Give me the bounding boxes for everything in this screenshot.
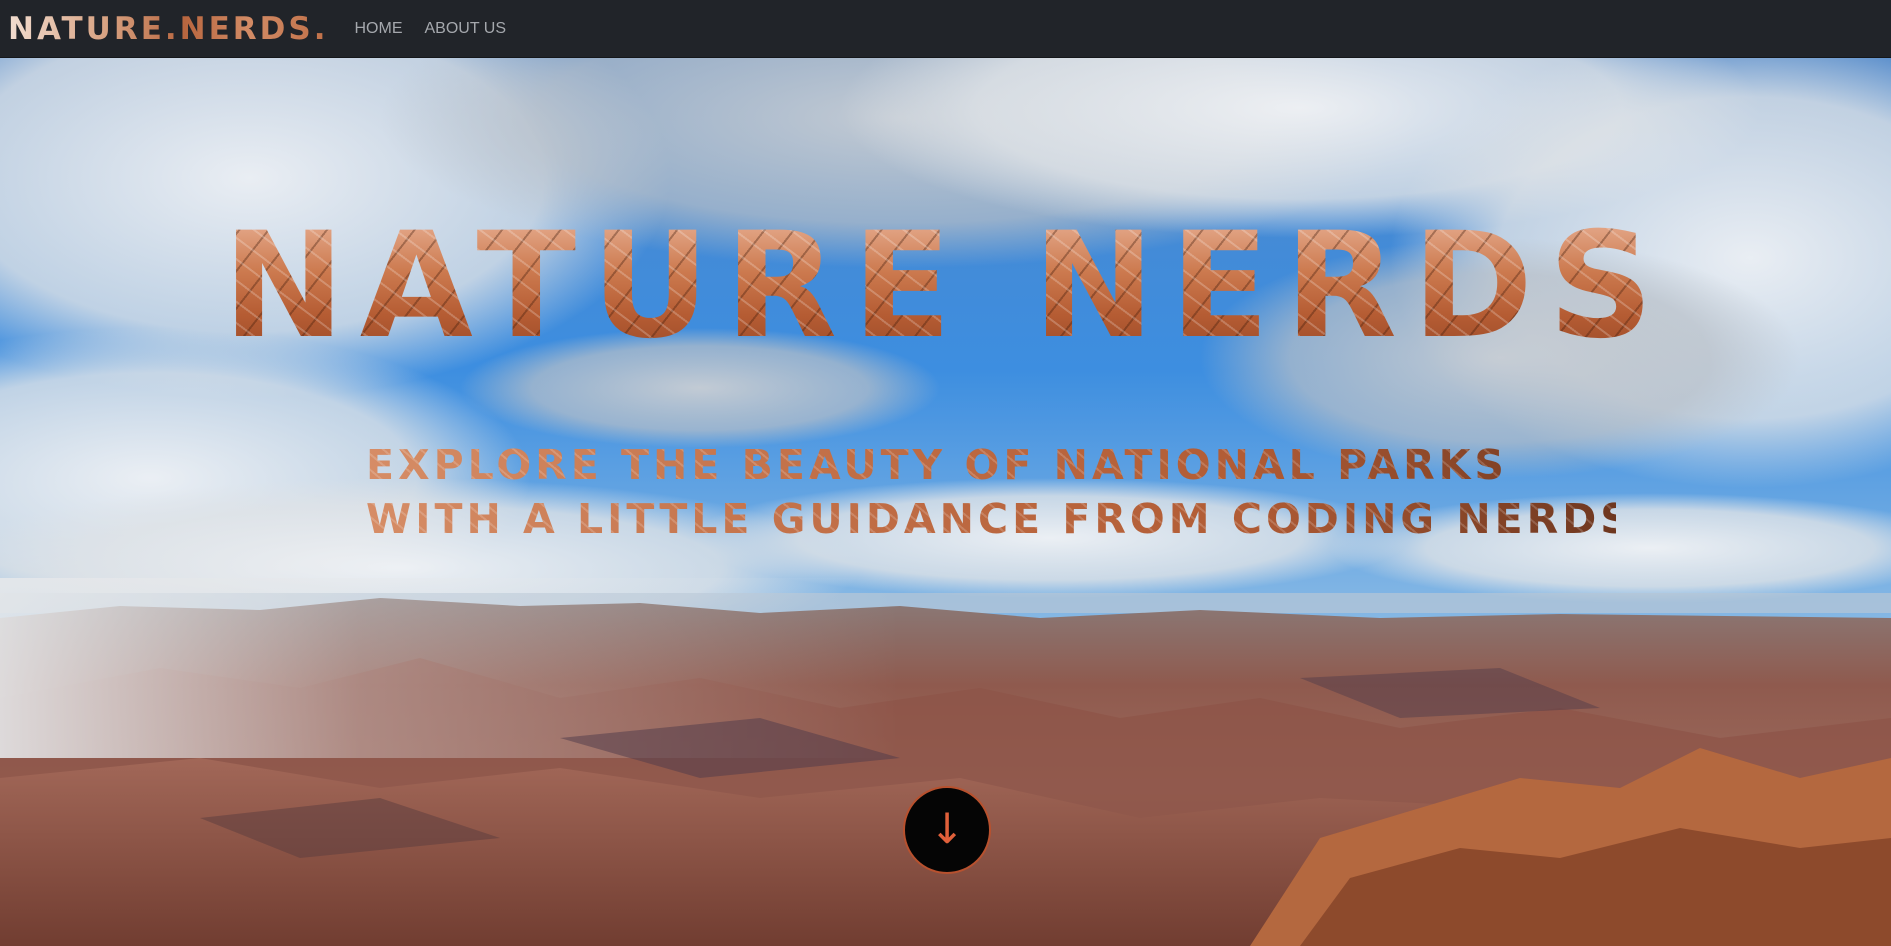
hero-subtitle-line-1: EXPLORE THE BEAUTY OF NATIONAL PARKS: [366, 441, 1508, 489]
hero-subtitle: EXPLORE THE BEAUTY OF NATIONAL PARKS WIT…: [366, 438, 1616, 546]
hero-title: NATURE NERDS: [0, 213, 1891, 359]
navbar: NATURE.NERDS. HOME ABOUT US: [0, 0, 1891, 58]
scroll-down-button[interactable]: ↓: [903, 786, 991, 874]
nav-link-about-us[interactable]: ABOUT US: [425, 20, 507, 38]
hero-section: NATURE NERDS EXPLORE THE BEAUTY OF NATIO…: [0, 58, 1891, 946]
hero-subtitle-line-2: WITH A LITTLE GUIDANCE FROM CODING NERDS: [366, 495, 1634, 543]
brand-logo[interactable]: NATURE.NERDS.: [8, 11, 329, 47]
nav-link-home[interactable]: HOME: [355, 20, 403, 38]
arrow-down-icon: ↓: [929, 804, 965, 853]
